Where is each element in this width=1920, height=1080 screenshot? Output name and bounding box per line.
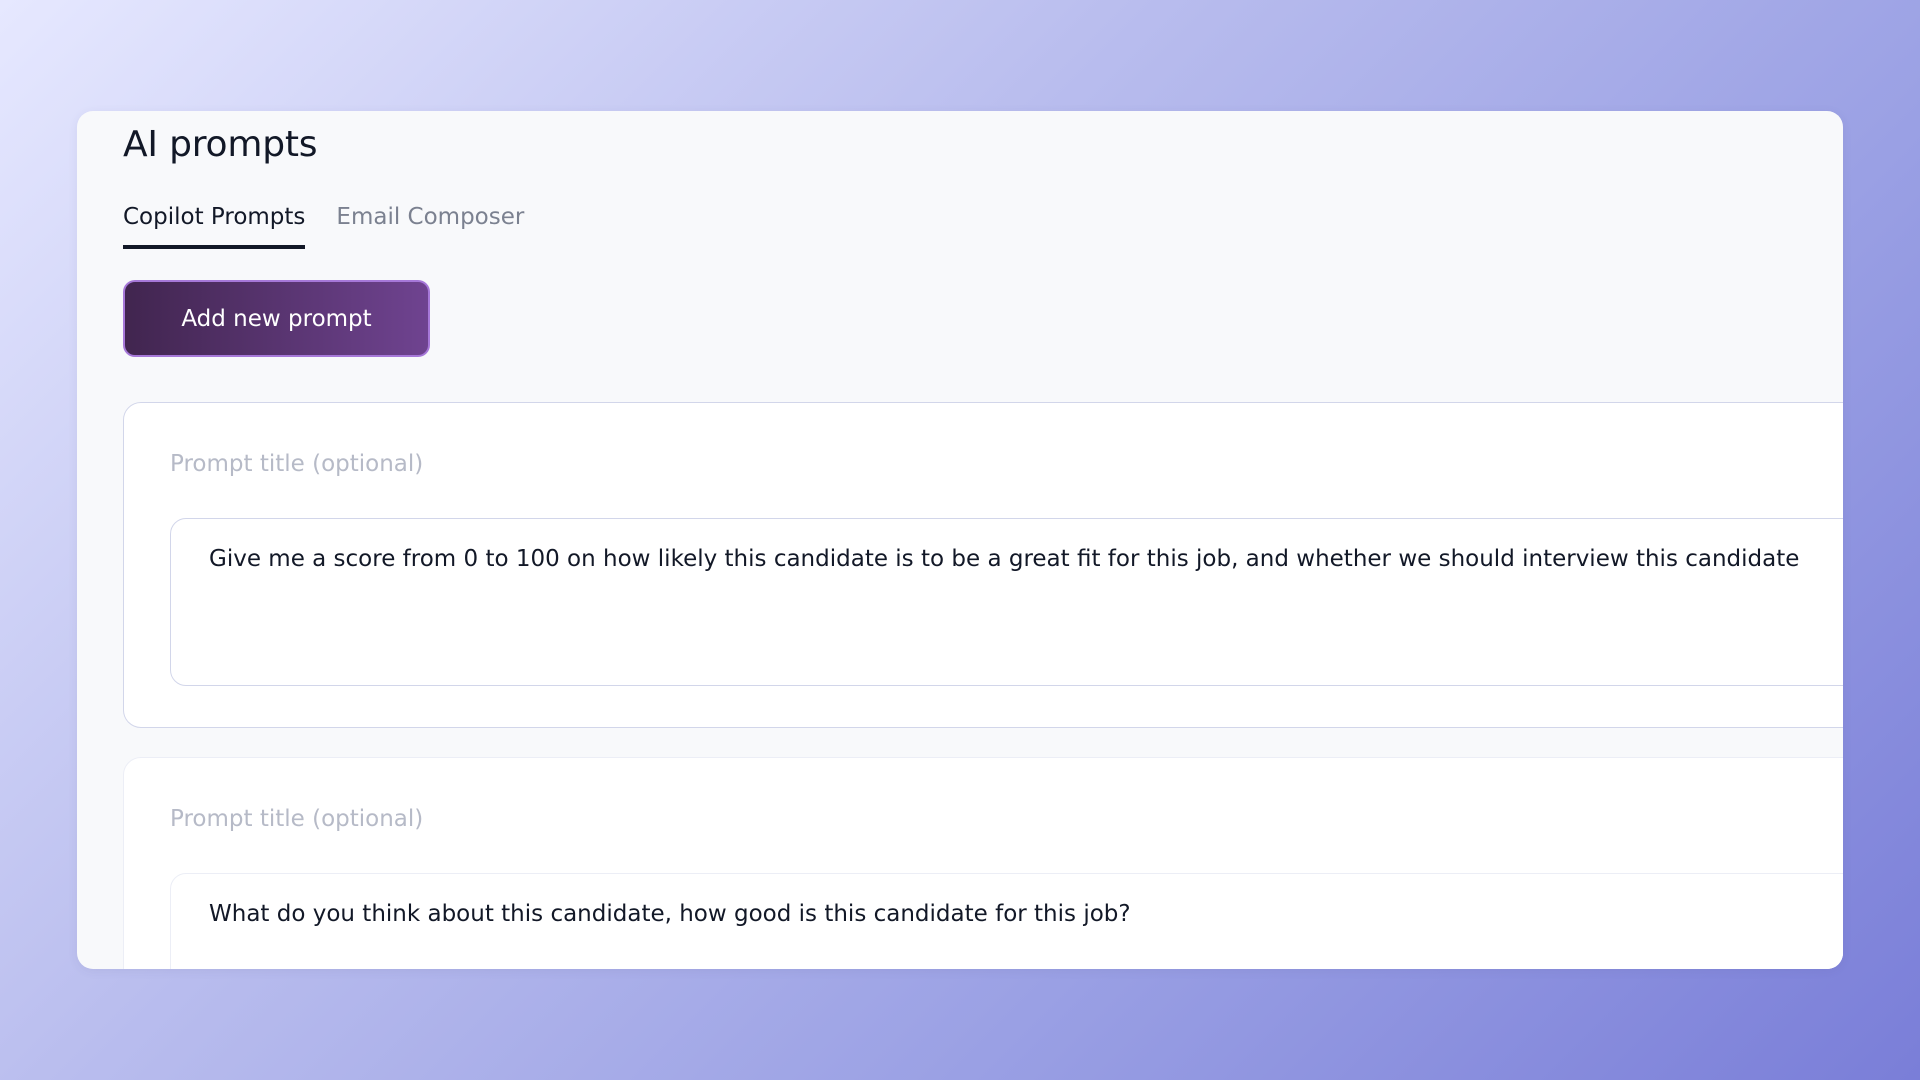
tab-email-composer[interactable]: Email Composer [336, 203, 524, 249]
prompt-card: Give me a score from 0 to 100 on how lik… [123, 402, 1843, 728]
add-new-prompt-button[interactable]: Add new prompt [123, 280, 430, 357]
tab-copilot-prompts[interactable]: Copilot Prompts [123, 203, 306, 249]
prompt-text-field[interactable]: What do you think about this candidate, … [170, 873, 1843, 969]
page-title: AI prompts [123, 124, 318, 165]
main-window: AI prompts Copilot Prompts Email Compose… [77, 111, 1843, 969]
prompt-card: What do you think about this candidate, … [123, 757, 1843, 969]
prompt-title-input[interactable] [170, 806, 1370, 832]
prompt-text-field[interactable]: Give me a score from 0 to 100 on how lik… [170, 518, 1843, 686]
tab-bar: Copilot Prompts Email Composer [123, 203, 524, 249]
prompt-title-input[interactable] [170, 451, 1370, 477]
